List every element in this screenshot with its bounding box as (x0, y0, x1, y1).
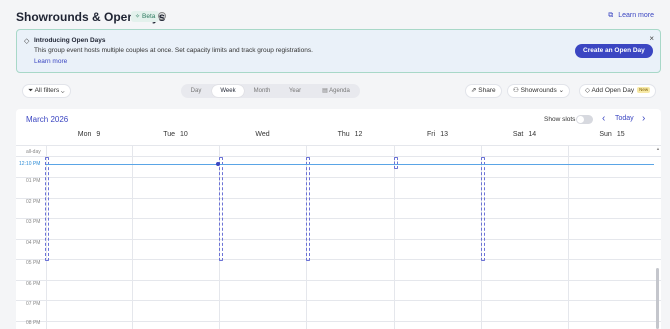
day-name: Wed (255, 131, 270, 138)
tab-month[interactable]: Month (249, 85, 275, 97)
day-number: 13 (440, 131, 448, 138)
current-time-label: 12:10 PM (19, 161, 41, 167)
grid-line (568, 146, 569, 329)
day-name: Thu (337, 131, 350, 138)
time-label: 01 PM (26, 178, 41, 184)
week-calendar: March 2026 Show slots ‹ Today › Mon 9 Tue… (16, 109, 661, 329)
show-slots-label: Show slots (544, 116, 576, 123)
calendar-event[interactable] (394, 157, 398, 169)
new-badge: New (637, 87, 651, 94)
showrounds-dropdown[interactable]: ⚇ Showrounds ⌄ (507, 84, 571, 98)
day-header-fri: Fri 13 (394, 131, 481, 145)
grid-line (16, 145, 661, 146)
chevron-down-icon: ⌄ (61, 87, 65, 94)
grid-line (16, 259, 661, 260)
create-open-day-button[interactable]: Create an Open Day (575, 44, 653, 58)
tab-agenda[interactable]: ▤ Agenda (316, 85, 356, 97)
grid-line (16, 218, 661, 219)
calendar-event[interactable] (45, 157, 49, 261)
time-label: 02 PM (26, 199, 41, 205)
month-title[interactable]: March 2026 (26, 115, 68, 124)
tab-agenda-label: Agenda (329, 88, 350, 94)
calendar-event[interactable] (219, 157, 223, 261)
all-filters-label: All filters (34, 87, 60, 94)
share-label: Share (478, 87, 496, 94)
all-day-label: all-day (26, 149, 41, 155)
grid-line (16, 198, 661, 199)
beta-label: Beta (142, 13, 156, 20)
today-button[interactable]: Today (615, 115, 634, 122)
grid-line (132, 146, 133, 329)
view-switcher: Day Week Month Year ▤ Agenda (181, 84, 360, 98)
day-header-sun: Sun 15 (568, 131, 656, 145)
scroll-up-icon[interactable]: ▲ (656, 146, 660, 151)
add-open-day-button[interactable]: ◇ Add Open Day New (579, 84, 657, 98)
day-number: 15 (616, 131, 625, 138)
add-open-day-label: Add Open Day (591, 87, 635, 94)
page-header: Showrounds & Open days ✧ Beta i ⧉ Learn mo… (0, 0, 670, 30)
day-name: Fri (427, 131, 436, 138)
toggle-knob (577, 116, 584, 123)
external-link-icon: ⧉ (608, 12, 614, 19)
chevron-right-icon[interactable]: › (642, 113, 645, 124)
current-time-dot (216, 162, 220, 166)
grid-line (16, 300, 661, 301)
beta-badge: ✧ Beta (131, 11, 160, 22)
tag-icon: ◇ (585, 87, 590, 94)
day-name: Sat (512, 131, 524, 138)
day-number: 9 (96, 131, 101, 138)
grid-line (16, 239, 661, 240)
grid-line (16, 321, 661, 322)
time-label: 08 PM (26, 320, 41, 326)
users-icon: ⚇ (513, 87, 519, 94)
grid-line (394, 146, 395, 329)
chevron-left-icon[interactable]: ‹ (602, 113, 605, 124)
all-filters-button[interactable]: ⏷ All filters ⌄ (22, 84, 71, 98)
time-label: 07 PM (26, 301, 41, 307)
day-header-tue: Tue 10 (132, 131, 219, 145)
time-label: 05 PM (26, 260, 41, 266)
tab-week[interactable]: Week (212, 85, 244, 97)
day-header-wed: Wed11 (219, 131, 306, 145)
current-time-line (46, 164, 654, 165)
banner-title: Introducing Open Days (34, 37, 106, 44)
share-button[interactable]: ⇗ Share (465, 84, 502, 98)
sparkle-icon: ✧ (135, 14, 141, 20)
time-label: 06 PM (26, 281, 41, 287)
agenda-icon: ▤ (322, 88, 328, 94)
close-icon[interactable]: × (649, 34, 654, 43)
day-header-sat: Sat 14 (481, 131, 568, 145)
day-header-mon: Mon 9 (46, 131, 132, 145)
filter-icon: ⏷ (28, 87, 34, 94)
day-name: Mon (77, 131, 92, 138)
time-label: 04 PM (26, 240, 41, 246)
grid-line (16, 177, 661, 178)
calendar-toolbar: ⏷ All filters ⌄ Day Week Month Year ▤ Ag… (0, 80, 670, 102)
day-name: Tue (163, 131, 175, 138)
open-days-banner: ◇ Introducing Open Days This group event… (16, 29, 661, 73)
tag-icon: ◇ (24, 38, 30, 45)
info-icon[interactable]: i (158, 12, 166, 20)
learn-more-label: Learn more (618, 12, 654, 19)
showrounds-label: Showrounds (520, 87, 557, 94)
tab-day[interactable]: Day (185, 85, 207, 97)
day-number: 12 (354, 131, 363, 138)
share-icon: ⇗ (471, 87, 477, 94)
day-name: Sun (599, 131, 612, 138)
show-slots-toggle[interactable] (576, 115, 593, 124)
banner-text: This group event hosts multiple couples … (34, 47, 313, 54)
grid-line (16, 280, 661, 281)
day-header-thu: Thu 12 (306, 131, 394, 145)
learn-more-link[interactable]: ⧉ Learn more (608, 12, 654, 20)
grid-line (16, 156, 661, 157)
calendar-event[interactable] (306, 157, 310, 261)
calendar-event[interactable] (481, 157, 485, 261)
chevron-down-icon: ⌄ (558, 87, 565, 94)
day-number: 10 (180, 131, 188, 138)
banner-learn-more-link[interactable]: Learn more (34, 58, 67, 65)
scrollbar-thumb[interactable] (656, 268, 659, 329)
day-number: 14 (528, 131, 537, 138)
time-label: 03 PM (26, 219, 41, 225)
tab-year[interactable]: Year (283, 85, 307, 97)
